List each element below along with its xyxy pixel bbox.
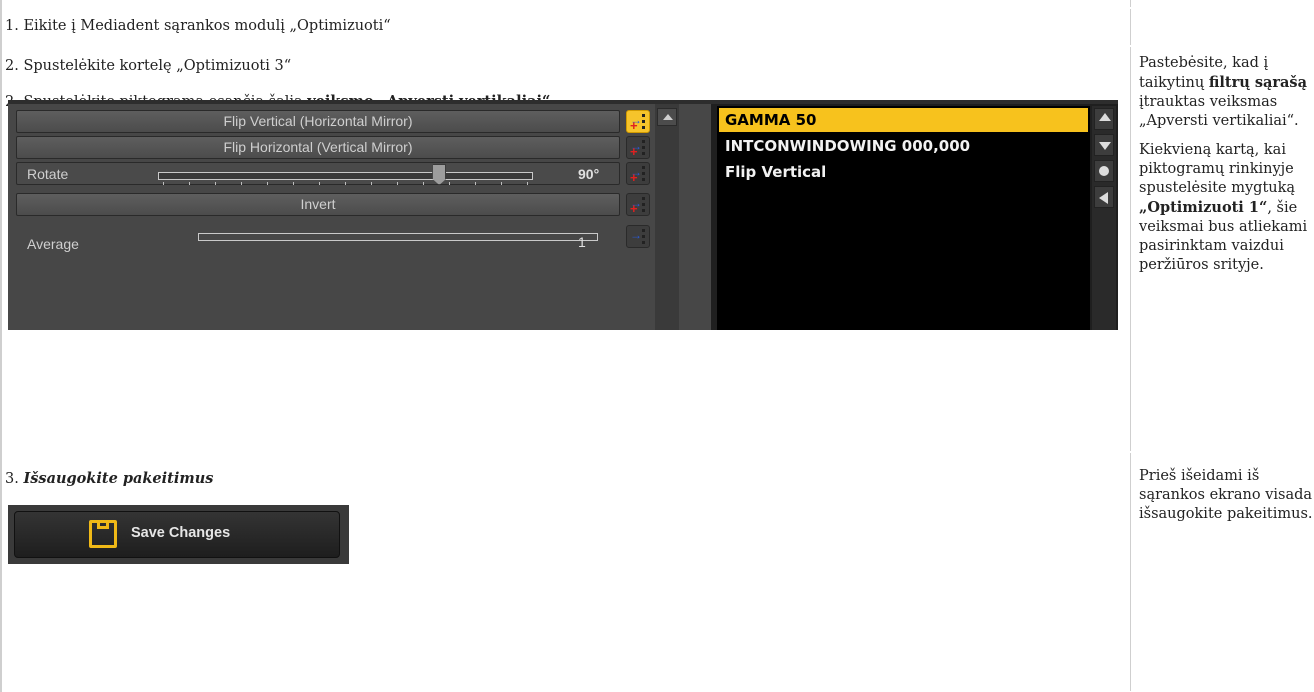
- step3-number: 3.: [5, 471, 24, 487]
- actions-panel: Flip Vertical (Horizontal Mirror) → + Fl…: [8, 100, 711, 330]
- optimize-panel-screenshot: Flip Vertical (Horizontal Mirror) → + Fl…: [8, 100, 1118, 330]
- note-text: įtrauktas veiksmas „Apversti vertikaliai…: [1139, 94, 1299, 129]
- panel-border: [8, 100, 711, 104]
- step2-note-1: Pastebėsite, kad į taikytinų filtrų sąra…: [1139, 54, 1314, 131]
- rotate-slider[interactable]: [158, 172, 533, 180]
- dots-icon: [642, 140, 645, 156]
- save-changes-button[interactable]: Save Changes: [14, 511, 340, 558]
- note-bold: filtrų sąrašą: [1208, 74, 1307, 91]
- record-icon[interactable]: [1094, 160, 1114, 182]
- table-row-step1: 1. Eikite į Mediadent sąrankos modulį „O…: [0, 8, 1131, 46]
- table-cell-right: Pastebėsite, kad į taikytinų filtrų sąra…: [1131, 47, 1314, 451]
- table-cell: 1. Eikite į Mediadent sąrankos modulį „O…: [1, 9, 1131, 45]
- add-filter-icon[interactable]: → +: [626, 110, 650, 133]
- table-cell: 3. Išsaugokite pakeitimus Save Changes: [1, 453, 1131, 691]
- step3-heading: 3. Išsaugokite pakeitimus: [5, 470, 213, 487]
- note-bold: „Optimizuoti 1“: [1139, 199, 1268, 216]
- move-down-icon[interactable]: [1094, 134, 1114, 156]
- plus-icon: +: [630, 201, 638, 216]
- step3-title: Išsaugokite pakeitimus: [23, 470, 214, 487]
- note-text: Kiekvieną kartą, kai piktogramų rinkinyj…: [1139, 142, 1296, 196]
- filter-item[interactable]: Flip Vertical: [719, 160, 1088, 184]
- filter-list: GAMMA 50 INTCONWINDOWING 000,000 Flip Ve…: [717, 106, 1090, 330]
- flip-horizontal-button[interactable]: Flip Horizontal (Vertical Mirror): [16, 136, 620, 159]
- move-up-icon[interactable]: [1094, 108, 1114, 130]
- rotate-label: Rotate: [27, 166, 69, 182]
- plus-icon: +: [630, 118, 638, 133]
- filter-list-controls: [1092, 106, 1116, 330]
- filters-panel: GAMMA 50 INTCONWINDOWING 000,000 Flip Ve…: [711, 100, 1118, 330]
- plus-icon: +: [630, 170, 638, 185]
- step3-note: Prieš išeidami iš sąrankos ekrano visada…: [1139, 468, 1313, 522]
- table-cell: [1, 0, 1131, 7]
- flip-vertical-button[interactable]: Flip Vertical (Horizontal Mirror): [16, 110, 620, 133]
- slider-ticks: [163, 182, 528, 185]
- save-changes-label: Save Changes: [131, 525, 231, 541]
- remove-left-icon[interactable]: [1094, 186, 1114, 208]
- table-row-step3: 3. Išsaugokite pakeitimus Save Changes P…: [0, 452, 1313, 692]
- average-value: 1: [578, 234, 586, 250]
- plus-icon: +: [630, 144, 638, 159]
- add-filter-icon[interactable]: → +: [626, 162, 650, 185]
- table-cell-right: [1131, 9, 1314, 45]
- dots-icon: [642, 166, 645, 182]
- table-cell-right: Prieš išeidami iš sąrankos ekrano visada…: [1131, 453, 1314, 691]
- step2-line1: 2. Spustelėkite kortelę „Optimizuoti 3“: [5, 58, 292, 74]
- scroll-up-icon[interactable]: [657, 108, 677, 126]
- average-label: Average: [27, 236, 79, 252]
- step1-text: 1. Eikite į Mediadent sąrankos modulį „O…: [5, 18, 391, 34]
- panel-border: [711, 100, 1118, 104]
- step2-note-2: Kiekvieną kartą, kai piktogramų rinkinyj…: [1139, 141, 1314, 275]
- rotate-value: 90°: [578, 166, 600, 182]
- add-filter-icon[interactable]: →: [626, 225, 650, 248]
- invert-button[interactable]: Invert: [16, 193, 620, 216]
- save-changes-screenshot: Save Changes: [8, 505, 349, 564]
- table-cell: 2. Spustelėkite kortelę „Optimizuoti 3“ …: [1, 47, 1131, 451]
- filter-item[interactable]: INTCONWINDOWING 000,000: [719, 134, 1088, 158]
- average-slider[interactable]: [198, 233, 598, 241]
- arrow-icon: →: [630, 228, 642, 242]
- floppy-disk-icon: [89, 520, 117, 548]
- add-filter-icon[interactable]: → +: [626, 193, 650, 216]
- add-filter-icon[interactable]: → +: [626, 136, 650, 159]
- filter-item[interactable]: GAMMA 50: [719, 108, 1088, 132]
- table-row-top: [0, 0, 1131, 8]
- dots-icon: [642, 114, 645, 130]
- dots-icon: [642, 197, 645, 213]
- table-row-step2: 2. Spustelėkite kortelę „Optimizuoti 3“ …: [0, 46, 1307, 452]
- actions-scrollbar[interactable]: [655, 104, 679, 330]
- dots-icon: [642, 229, 645, 245]
